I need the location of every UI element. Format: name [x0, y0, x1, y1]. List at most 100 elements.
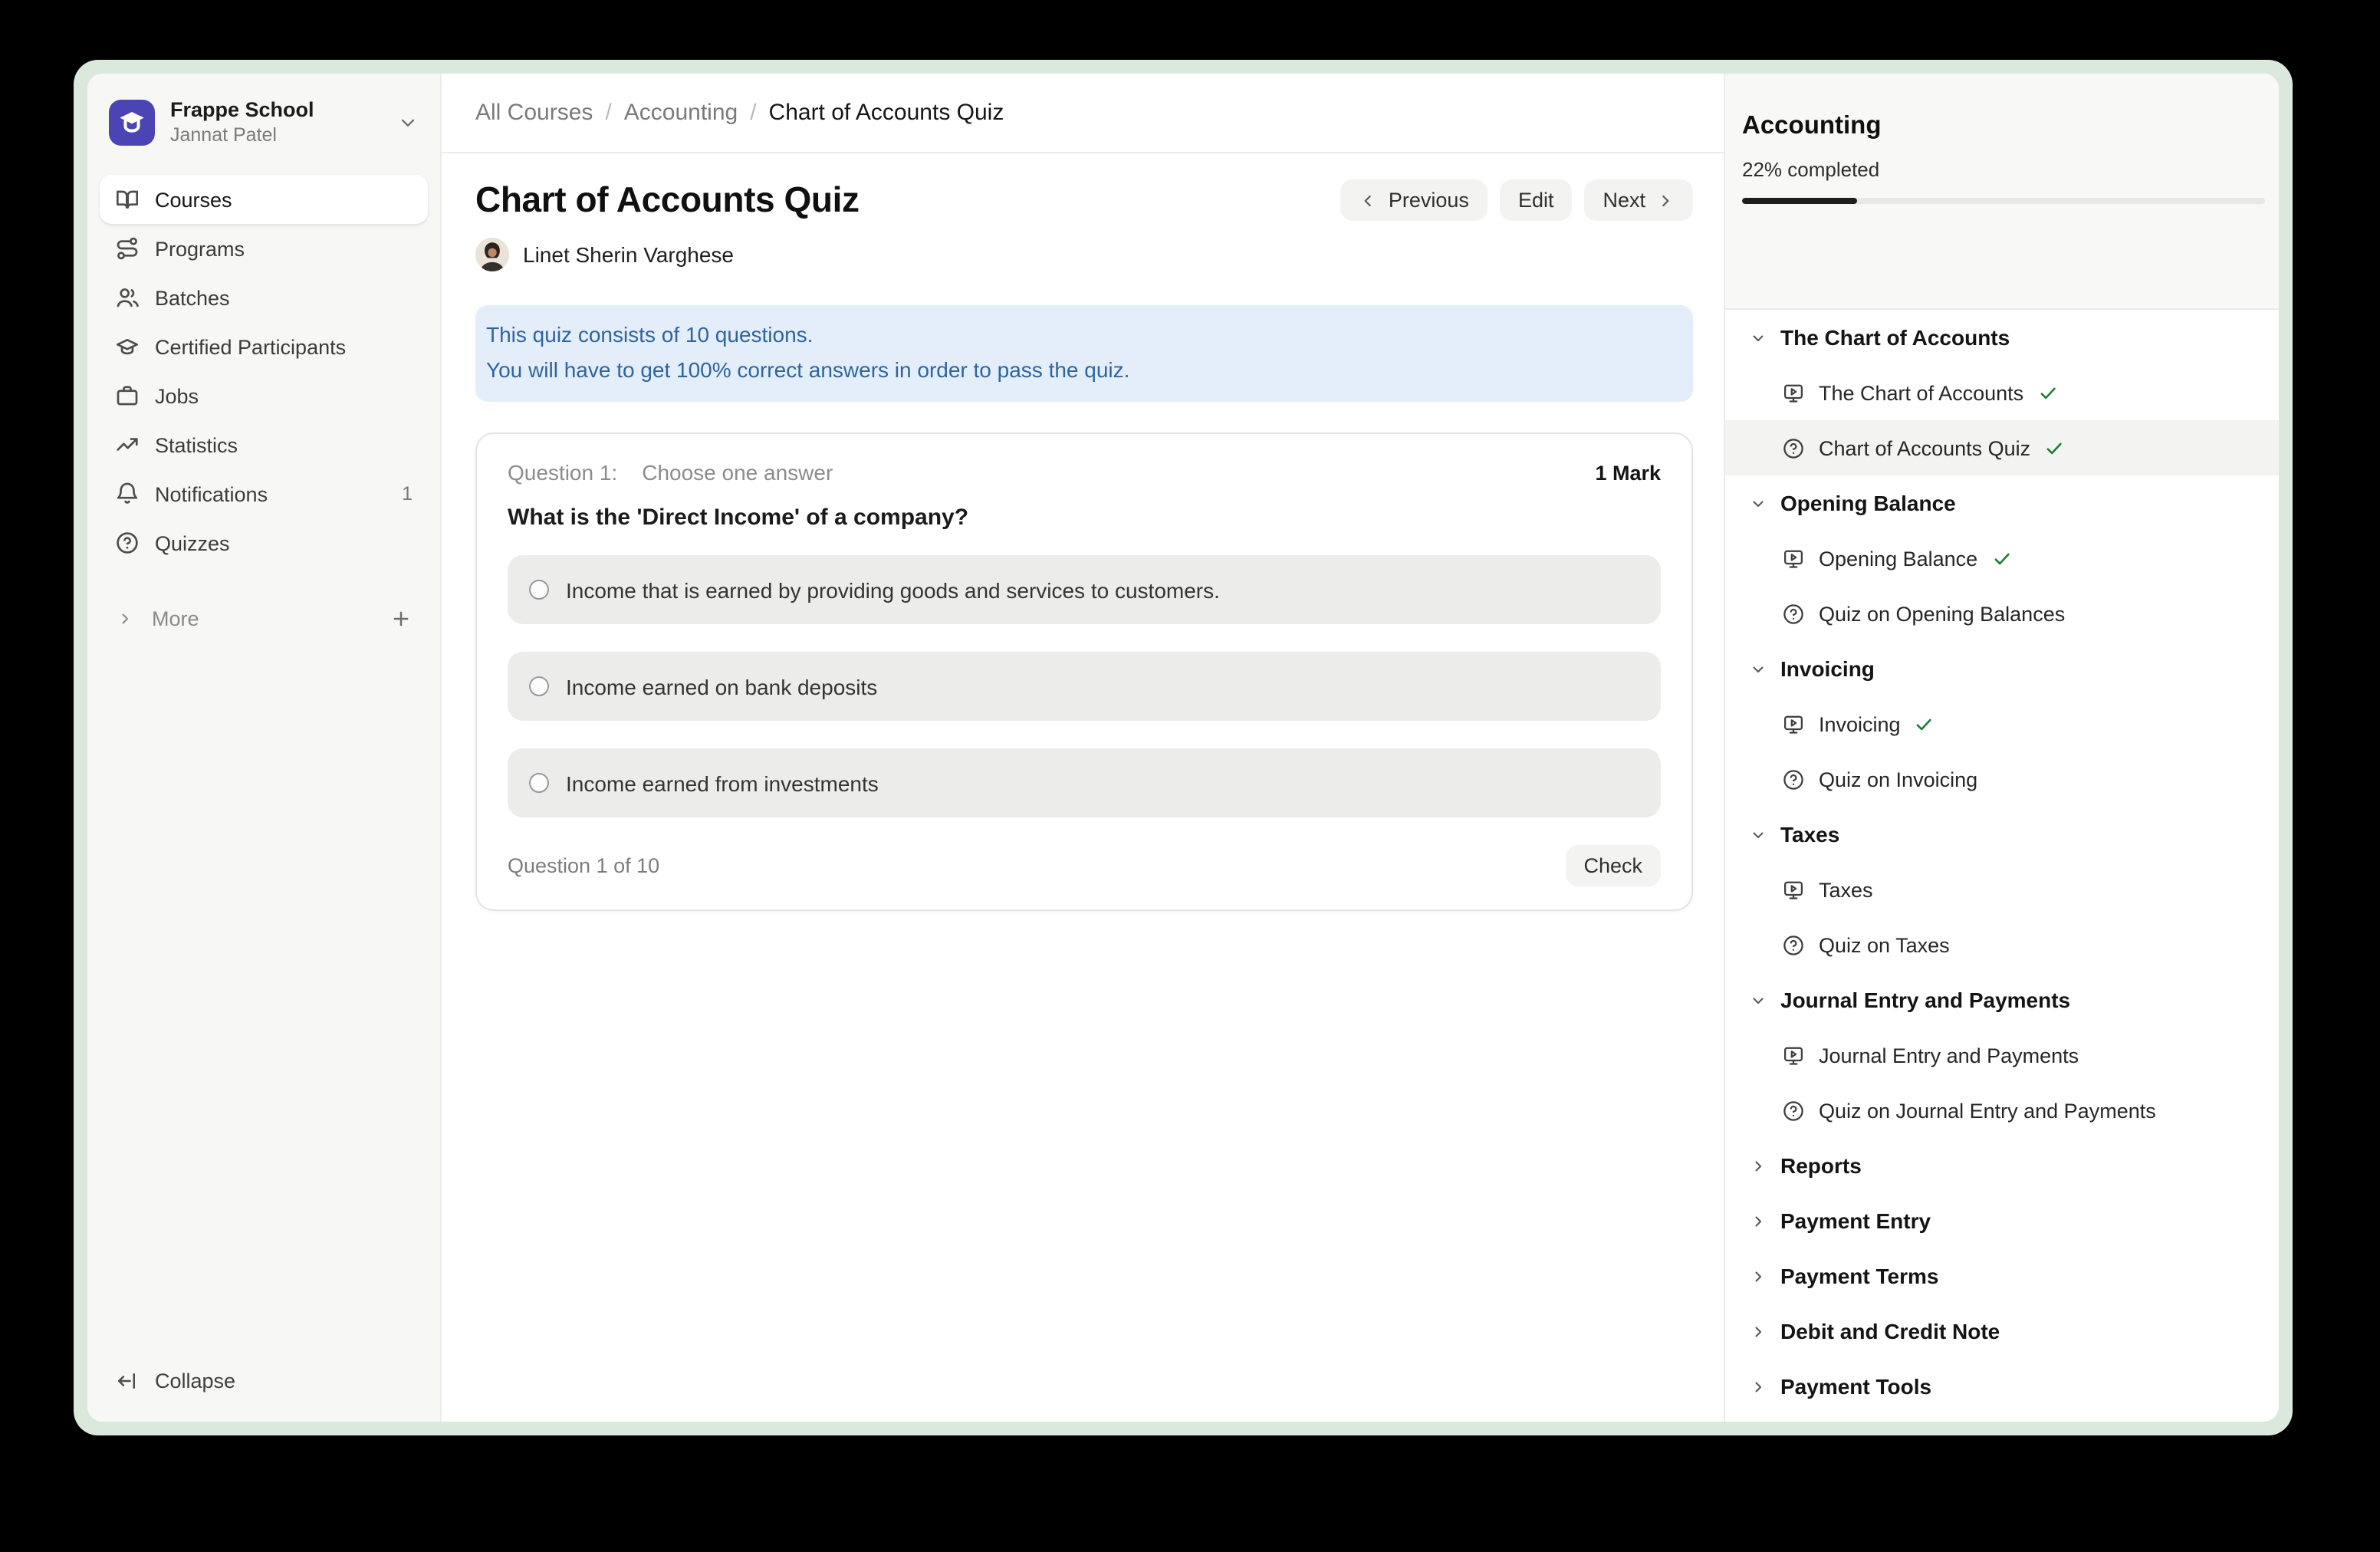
more-label: More [152, 607, 199, 630]
lesson-taxes[interactable]: Taxes [1725, 862, 2279, 917]
check-icon [1991, 548, 2011, 568]
lesson-the-chart-of-accounts[interactable]: The Chart of Accounts [1725, 365, 2279, 420]
chevron-right-icon [1656, 191, 1675, 209]
page-title: Chart of Accounts Quiz [475, 179, 860, 221]
section-the-chart-of-accounts[interactable]: The Chart of Accounts [1725, 310, 2279, 365]
check-button[interactable]: Check [1565, 845, 1661, 886]
answer-option-3[interactable]: Income earned from investments [508, 748, 1661, 817]
help-circle-icon [1782, 768, 1805, 791]
collapse-sidebar-icon [115, 1369, 138, 1392]
section-title: Invoicing [1780, 656, 1875, 681]
radio-button[interactable] [529, 773, 549, 793]
sidebar-item-statistics[interactable]: Statistics [100, 420, 428, 469]
previous-button[interactable]: Previous [1341, 179, 1488, 221]
sidebar-item-label: Programs [155, 237, 245, 260]
chevron-left-icon [1359, 191, 1378, 209]
breadcrumb-accounting[interactable]: Accounting [624, 100, 738, 126]
section-payment-tools[interactable]: Payment Tools [1725, 1359, 2279, 1414]
outline-item-label: Opening Balance [1819, 547, 1977, 570]
edit-button[interactable]: Edit [1500, 179, 1573, 221]
users-icon [115, 285, 140, 310]
school-switcher[interactable]: Frappe School Jannat Patel [100, 95, 428, 150]
banner-line: You will have to get 100% correct answer… [486, 353, 1675, 388]
radio-button[interactable] [529, 676, 549, 696]
sidebar-item-label: Statistics [155, 433, 238, 456]
school-name: Frappe School [170, 98, 382, 123]
question-instruction: Choose one answer [642, 460, 833, 485]
check-icon [2044, 438, 2064, 458]
monitor-play-icon [1782, 1044, 1805, 1067]
section-title: Payment Tools [1780, 1374, 1931, 1399]
section-payment-terms[interactable]: Payment Terms [1725, 1248, 2279, 1304]
sidebar-item-label: Courses [155, 188, 232, 211]
lesson-invoicing[interactable]: Invoicing [1725, 696, 2279, 751]
section-title: Payment Entry [1780, 1208, 1931, 1233]
section-reports[interactable]: Reports [1725, 1138, 2279, 1193]
sidebar-item-certified-participants[interactable]: Certified Participants [100, 322, 428, 371]
option-label: Income earned from investments [566, 771, 879, 795]
app-window: Frappe School Jannat Patel Courses Progra… [74, 60, 2293, 1435]
quiz-quiz-on-journal-entry-and-payments[interactable]: Quiz on Journal Entry and Payments [1725, 1083, 2279, 1138]
breadcrumb-all-courses[interactable]: All Courses [475, 100, 593, 126]
next-label: Next [1603, 189, 1645, 212]
sidebar-item-courses[interactable]: Courses [100, 175, 428, 224]
quiz-page: Chart of Accounts Quiz Previous Edit [442, 153, 1724, 911]
section-title: Reports [1780, 1153, 1862, 1178]
question-card: Question 1: Choose one answer 1 Mark Wha… [475, 432, 1693, 911]
screen: Frappe School Jannat Patel Courses Progra… [0, 0, 2380, 1552]
chevron-right-icon [1750, 1323, 1767, 1340]
section-debit-and-credit-note[interactable]: Debit and Credit Note [1725, 1304, 2279, 1359]
chevron-right-icon [1750, 1212, 1767, 1229]
book-open-icon [115, 187, 140, 212]
section-title: The Chart of Accounts [1780, 325, 2010, 350]
lesson-journal-entry-and-payments[interactable]: Journal Entry and Payments [1725, 1028, 2279, 1083]
course-panel: Accounting 22% completed The Chart of Ac… [1724, 74, 2279, 1422]
plus-icon[interactable] [390, 607, 413, 630]
question-mark: 1 Mark [1595, 462, 1661, 485]
left-sidebar: Frappe School Jannat Patel Courses Progra… [87, 74, 442, 1422]
author-name: Linet Sherin Varghese [523, 242, 734, 267]
course-panel-header: Accounting 22% completed [1725, 74, 2279, 310]
sidebar-item-jobs[interactable]: Jobs [100, 371, 428, 420]
chevron-right-icon [1750, 1157, 1767, 1174]
outline-item-label: Quiz on Invoicing [1819, 768, 1977, 791]
section-title: Payment Terms [1780, 1264, 1938, 1288]
option-label: Income that is earned by providing goods… [566, 577, 1220, 602]
chevron-down-icon [1750, 495, 1767, 511]
quiz-quiz-on-opening-balances[interactable]: Quiz on Opening Balances [1725, 586, 2279, 641]
answer-option-2[interactable]: Income earned on bank deposits [508, 652, 1661, 721]
next-button[interactable]: Next [1584, 179, 1693, 221]
school-user: Jannat Patel [170, 124, 382, 147]
quiz-chart-of-accounts-quiz[interactable]: Chart of Accounts Quiz [1725, 420, 2279, 475]
quiz-quiz-on-taxes[interactable]: Quiz on Taxes [1725, 917, 2279, 972]
outline-item-label: Quiz on Opening Balances [1819, 602, 2065, 625]
frappe-school-app: Frappe School Jannat Patel Courses Progra… [87, 74, 2279, 1422]
chevron-down-icon [1750, 991, 1767, 1008]
sidebar-item-batches[interactable]: Batches [100, 273, 428, 322]
section-journal-entry-and-payments[interactable]: Journal Entry and Payments [1725, 972, 2279, 1028]
answer-option-1[interactable]: Income that is earned by providing goods… [508, 555, 1661, 624]
help-circle-icon [1782, 933, 1805, 956]
section-taxes[interactable]: Taxes [1725, 807, 2279, 862]
section-payment-entry[interactable]: Payment Entry [1725, 1193, 2279, 1248]
main-area: All Courses / Accounting / Chart of Acco… [442, 74, 1724, 1422]
lesson-opening-balance[interactable]: Opening Balance [1725, 531, 2279, 586]
check-icon [2037, 383, 2057, 403]
radio-button[interactable] [529, 580, 549, 600]
previous-label: Previous [1389, 189, 1469, 212]
sidebar-item-programs[interactable]: Programs [100, 224, 428, 273]
section-invoicing[interactable]: Invoicing [1725, 641, 2279, 696]
course-progress-bar [1742, 198, 2265, 204]
help-circle-icon [1782, 1099, 1805, 1122]
question-label: Question 1: [508, 460, 617, 485]
collapse-sidebar-button[interactable]: Collapse [100, 1354, 428, 1412]
course-title: Accounting [1742, 112, 2265, 141]
sidebar-item-quizzes[interactable]: Quizzes [100, 518, 428, 567]
sidebar-item-notifications[interactable]: Notifications1 [100, 469, 428, 518]
help-circle-icon [1782, 436, 1805, 459]
sidebar-item-more[interactable]: More [100, 594, 428, 643]
answer-options: Income that is earned by providing goods… [508, 555, 1661, 817]
breadcrumb-current: Chart of Accounts Quiz [769, 100, 1004, 126]
quiz-quiz-on-invoicing[interactable]: Quiz on Invoicing [1725, 751, 2279, 807]
section-opening-balance[interactable]: Opening Balance [1725, 475, 2279, 531]
